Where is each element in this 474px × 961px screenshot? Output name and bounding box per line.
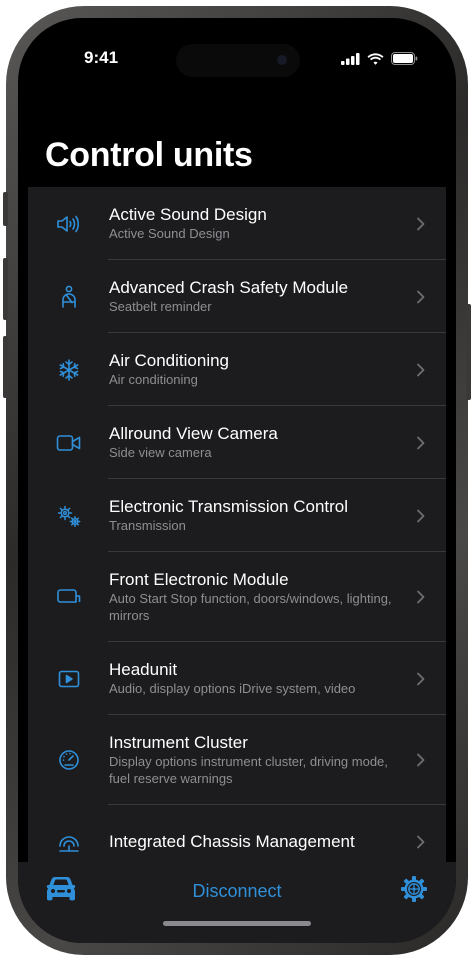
list-item-text: Allround View Camera Side view camera: [109, 424, 406, 461]
list-item-text: Air Conditioning Air conditioning: [109, 351, 406, 388]
list-item-text: Integrated Chassis Management: [109, 832, 406, 852]
list-item-title: Advanced Crash Safety Module: [109, 278, 349, 297]
seatbelt-icon: [56, 284, 82, 310]
list-item-air-conditioning[interactable]: Air Conditioning Air conditioning: [28, 333, 446, 406]
list-item-active-sound-design[interactable]: Active Sound Design Active Sound Design: [28, 187, 446, 260]
power-button: [466, 304, 471, 400]
action-button: [3, 192, 8, 226]
list-item-text: Advanced Crash Safety Module Seatbelt re…: [109, 278, 406, 315]
battery-icon: [391, 52, 418, 65]
list-item-title: Allround View Camera: [109, 424, 278, 443]
list-item-instrument-cluster[interactable]: Instrument Cluster Display options instr…: [28, 715, 446, 805]
chevron-right-icon: [417, 835, 425, 848]
list-item-title: Instrument Cluster: [109, 733, 248, 752]
list-item-headunit[interactable]: Headunit Audio, display options iDrive s…: [28, 642, 446, 715]
disconnect-button[interactable]: Disconnect: [18, 881, 456, 902]
volume-up-button: [3, 258, 8, 320]
chevron-right-icon: [417, 509, 425, 522]
bottom-toolbar: Disconnect: [18, 862, 456, 943]
list-item-integrated-chassis-management[interactable]: Integrated Chassis Management: [28, 805, 446, 862]
wifi-icon: [367, 52, 384, 65]
page-title: Control units: [45, 136, 253, 174]
list-item-subtitle: Transmission: [109, 518, 186, 533]
list-item-allround-view-camera[interactable]: Allround View Camera Side view camera: [28, 406, 446, 479]
chevron-right-icon: [417, 290, 425, 303]
front-camera: [277, 55, 287, 65]
list-item-subtitle: Audio, display options iDrive system, vi…: [109, 681, 356, 696]
chevron-right-icon: [417, 217, 425, 230]
list-item-title: Air Conditioning: [109, 351, 230, 370]
list-item-title: Headunit: [109, 660, 178, 679]
gear-icon[interactable]: [400, 875, 428, 903]
list-item-subtitle: Air conditioning: [109, 372, 198, 387]
chevron-right-icon: [417, 672, 425, 685]
play-screen-icon: [56, 666, 82, 692]
chevron-right-icon: [417, 590, 425, 604]
snowflake-icon: [56, 357, 82, 383]
list-item-text: Headunit Audio, display options iDrive s…: [109, 660, 406, 697]
gears-icon: [56, 503, 82, 529]
gauge-icon: [56, 747, 82, 773]
home-indicator[interactable]: [163, 921, 311, 926]
control-units-list[interactable]: Active Sound Design Active Sound Design …: [28, 187, 446, 862]
chassis-icon: [56, 829, 82, 855]
list-item-title: Active Sound Design: [109, 205, 267, 224]
list-item-text: Instrument Cluster Display options instr…: [109, 733, 406, 787]
list-item-subtitle: Active Sound Design: [109, 226, 230, 241]
speaker-icon: [56, 211, 82, 237]
side-mirror-icon: [56, 584, 82, 610]
cellular-signal-icon: [341, 52, 360, 65]
list-item-title: Integrated Chassis Management: [109, 831, 355, 851]
chevron-right-icon: [417, 436, 425, 449]
status-time: 9:41: [84, 48, 119, 67]
chevron-right-icon: [417, 753, 425, 767]
volume-down-button: [3, 336, 8, 398]
list-item-electronic-transmission-control[interactable]: Electronic Transmission Control Transmis…: [28, 479, 446, 552]
list-item-title: Electronic Transmission Control: [109, 497, 349, 516]
list-item-advanced-crash-safety-module[interactable]: Advanced Crash Safety Module Seatbelt re…: [28, 260, 446, 333]
list-item-title: Front Electronic Module: [109, 570, 289, 589]
chevron-right-icon: [417, 363, 425, 376]
list-item-subtitle: Side view camera: [109, 445, 212, 460]
video-camera-icon: [56, 430, 82, 456]
list-item-subtitle: Auto Start Stop function, doors/windows,…: [109, 591, 392, 623]
list-item-subtitle: Seatbelt reminder: [109, 299, 212, 314]
screen: 9:41 Control units Active Sound Design A…: [18, 18, 456, 943]
list-item-text: Front Electronic Module Auto Start Stop …: [109, 570, 406, 624]
list-item-front-electronic-module[interactable]: Front Electronic Module Auto Start Stop …: [28, 552, 446, 642]
list-item-subtitle: Display options instrument cluster, driv…: [109, 754, 388, 786]
list-item-text: Active Sound Design Active Sound Design: [109, 205, 406, 242]
list-item-text: Electronic Transmission Control Transmis…: [109, 497, 406, 534]
status-icons: [341, 52, 418, 65]
